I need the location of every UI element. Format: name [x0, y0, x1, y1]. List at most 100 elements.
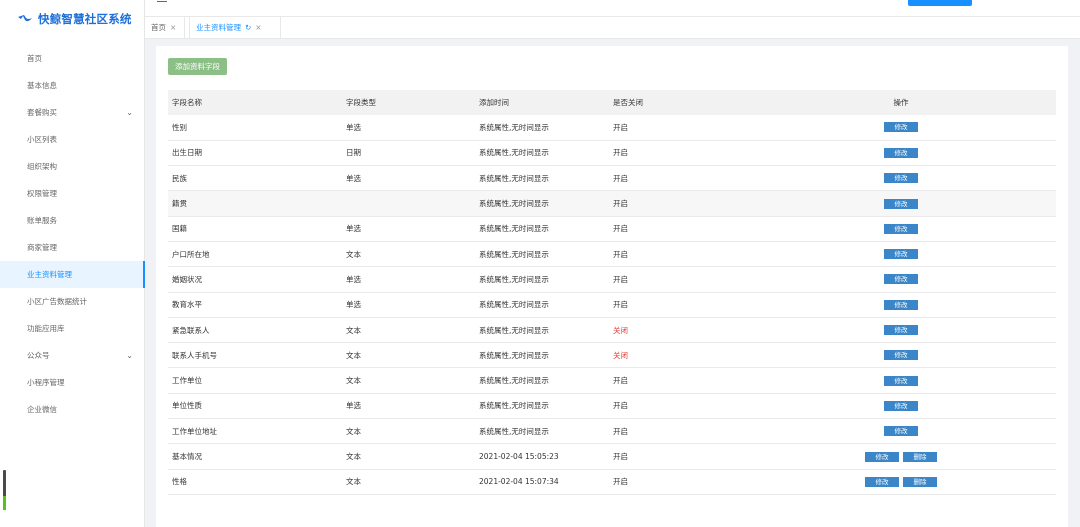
status-cell: 开启 — [613, 190, 746, 217]
status-cell: 关闭 — [613, 342, 746, 369]
sidebar-item[interactable]: 小区广告数据统计 — [0, 288, 145, 315]
sidebar-item-label: 权限管理 — [27, 189, 57, 198]
edit-button[interactable]: 修改 — [884, 375, 918, 386]
scrollbar-handle[interactable] — [3, 470, 6, 510]
added-time-cell: 系统属性,无时间显示 — [479, 115, 613, 141]
field-type-cell: 单选 — [346, 216, 479, 242]
field-name-cell: 国籍 — [168, 216, 346, 242]
edit-button[interactable]: 修改 — [884, 223, 918, 234]
actions-cell: 修改 — [746, 140, 1056, 167]
added-time-cell: 系统属性,无时间显示 — [479, 140, 613, 167]
close-icon[interactable]: × — [255, 23, 261, 32]
table-row: 性格 文本 2021-02-04 15:07:34 开启 修改 删除 — [168, 469, 1056, 495]
edit-button[interactable]: 修改 — [884, 122, 918, 133]
added-time-cell: 系统属性,无时间显示 — [479, 190, 613, 217]
edit-button[interactable]: 修改 — [884, 173, 918, 184]
status-cell: 开启 — [613, 266, 746, 293]
sidebar-item[interactable]: 商家管理 — [0, 234, 145, 261]
added-time-cell: 系统属性,无时间显示 — [479, 342, 613, 369]
table-header-row: 字段名称 字段类型 添加时间 是否关闭 操作 — [168, 90, 1056, 115]
column-header: 操作 — [746, 90, 1056, 115]
menu-toggle-icon[interactable] — [157, 0, 167, 2]
add-field-button[interactable]: 添加资料字段 — [168, 58, 227, 75]
field-name-cell: 民族 — [168, 165, 346, 192]
edit-button[interactable]: 修改 — [884, 426, 918, 437]
column-header: 添加时间 — [479, 90, 613, 115]
added-time-cell: 系统属性,无时间显示 — [479, 165, 613, 192]
actions-cell: 修改 — [746, 190, 1056, 217]
edit-button[interactable]: 修改 — [865, 451, 899, 462]
added-time-cell: 系统属性,无时间显示 — [479, 317, 613, 344]
sidebar-item[interactable]: 首页 — [0, 45, 145, 72]
sidebar-item[interactable]: 套餐购买 ⌄ — [0, 99, 145, 126]
sidebar-item[interactable]: 企业微信 — [0, 396, 145, 423]
field-type-cell: 文本 — [346, 241, 479, 268]
edit-button[interactable]: 修改 — [884, 350, 918, 361]
field-name-cell: 紧急联系人 — [168, 317, 346, 344]
sidebar-item-label: 功能应用库 — [27, 324, 65, 333]
actions-cell: 修改 — [746, 342, 1056, 369]
field-name-cell: 籍贯 — [168, 190, 346, 217]
tab-owner-data-label: 业主资料管理 — [196, 23, 241, 32]
actions-cell: 修改 — [746, 266, 1056, 293]
edit-button[interactable]: 修改 — [865, 476, 899, 487]
tab-owner-data[interactable]: 业主资料管理 ↻ × — [189, 17, 281, 39]
topbar — [145, 0, 1080, 16]
added-time-cell: 系统属性,无时间显示 — [479, 393, 613, 420]
refresh-icon[interactable]: ↻ — [245, 23, 251, 32]
field-name-cell: 出生日期 — [168, 140, 346, 167]
status-cell: 关闭 — [613, 317, 746, 344]
added-time-cell: 系统属性,无时间显示 — [479, 418, 613, 445]
status-cell: 开启 — [613, 216, 746, 242]
app-root: 快鲸智慧社区系统 首页 基本信息 套餐购买 ⌄ 小区列表组织架构权限管理账单服务商家管理… — [0, 0, 1080, 527]
status-cell: 开启 — [613, 367, 746, 394]
field-name-cell: 工作单位 — [168, 367, 346, 394]
sidebar-item-label: 商家管理 — [27, 243, 57, 252]
field-type-cell: 单选 — [346, 393, 479, 420]
top-action-button[interactable] — [908, 0, 972, 6]
main-content: 添加资料字段 字段名称 字段类型 添加时间 是否关闭 操作 性别 单选 系统属性,无… — [156, 46, 1068, 527]
sidebar-item[interactable]: 小区列表 — [0, 126, 145, 153]
field-name-cell: 性格 — [168, 469, 346, 495]
sidebar-item-label: 账单服务 — [27, 216, 57, 225]
table-row: 性别 单选 系统属性,无时间显示 开启 修改 — [168, 115, 1056, 141]
status-cell: 开启 — [613, 443, 746, 470]
table-row: 紧急联系人 文本 系统属性,无时间显示 关闭 修改 — [168, 317, 1056, 344]
sidebar-item[interactable]: 功能应用库 — [0, 315, 145, 342]
column-header: 字段名称 — [168, 90, 346, 115]
sidebar-item-label: 小区列表 — [27, 135, 57, 144]
edit-button[interactable]: 修改 — [884, 299, 918, 310]
field-type-cell: 单选 — [346, 292, 479, 318]
sidebar-item[interactable]: 公众号 ⌄ — [0, 342, 145, 369]
close-icon[interactable]: × — [170, 23, 176, 32]
status-cell: 开启 — [613, 393, 746, 420]
edit-button[interactable]: 修改 — [884, 400, 918, 411]
logo[interactable]: 快鲸智慧社区系统 — [0, 0, 145, 38]
field-type-cell: 文本 — [346, 469, 479, 495]
tab-home[interactable]: 首页 × — [145, 17, 185, 39]
edit-button[interactable]: 修改 — [884, 198, 918, 209]
added-time-cell: 2021-02-04 15:05:23 — [479, 443, 613, 470]
edit-button[interactable]: 修改 — [884, 147, 918, 158]
table-row: 工作单位 文本 系统属性,无时间显示 开启 修改 — [168, 367, 1056, 394]
actions-cell: 修改 删除 — [746, 443, 1056, 470]
edit-button[interactable]: 修改 — [884, 249, 918, 260]
sidebar-item[interactable]: 基本信息 — [0, 72, 145, 99]
status-cell: 开启 — [613, 469, 746, 495]
edit-button[interactable]: 修改 — [884, 325, 918, 336]
table-row: 国籍 单选 系统属性,无时间显示 开启 修改 — [168, 216, 1056, 242]
fields-table: 字段名称 字段类型 添加时间 是否关闭 操作 性别 单选 系统属性,无时间显示 开启修… — [168, 90, 1056, 495]
chevron-down-icon: ⌄ — [126, 351, 133, 360]
table-row: 工作单位地址 文本 系统属性,无时间显示 开启 修改 — [168, 418, 1056, 445]
sidebar-item[interactable]: 组织架构 — [0, 153, 145, 180]
table-row: 教育水平 单选 系统属性,无时间显示 开启 修改 — [168, 292, 1056, 318]
sidebar-item[interactable]: 小程序管理 — [0, 369, 145, 396]
sidebar-item[interactable]: 账单服务 — [0, 207, 145, 234]
column-header: 是否关闭 — [613, 90, 746, 115]
edit-button[interactable]: 修改 — [884, 274, 918, 285]
delete-button[interactable]: 删除 — [903, 451, 937, 462]
sidebar-item[interactable]: 业主资料管理 — [0, 261, 145, 288]
delete-button[interactable]: 删除 — [903, 476, 937, 487]
sidebar-item[interactable]: 权限管理 — [0, 180, 145, 207]
chevron-down-icon: ⌄ — [126, 108, 133, 117]
